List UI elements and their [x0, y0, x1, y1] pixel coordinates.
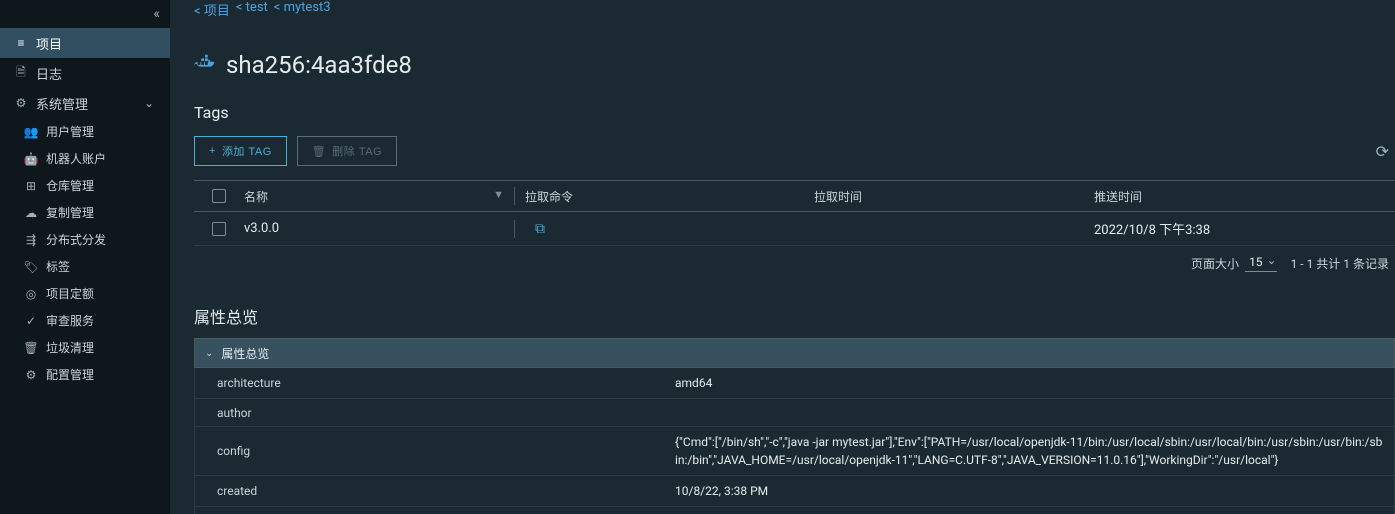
- sidebar-item-label: 标签: [46, 258, 70, 275]
- overview-section-title: 属性总览: [194, 304, 1395, 328]
- prop-val: linux: [675, 507, 1394, 514]
- prop-key: created: [195, 478, 675, 504]
- plus-icon: +: [209, 145, 216, 157]
- page-title: sha256:4aa3fde8: [226, 51, 412, 79]
- cloud-icon: ☁: [24, 206, 38, 220]
- prop-key: author: [195, 400, 675, 426]
- sidebar-item-label: 项目定额: [46, 285, 94, 302]
- prop-val: {"Cmd":["/bin/sh","-c","java -jar mytest…: [675, 427, 1394, 475]
- panel-title: 属性总览: [221, 345, 269, 362]
- table-row[interactable]: v3.0.0 ⧉ 2022/10/8 下午3:38: [194, 212, 1395, 246]
- table-footer: 页面大小 15 1 - 1 共计 1 条记录: [194, 246, 1395, 280]
- main-content: < 项目 < test < mytest3 sha256:4aa3fde8 Ta…: [170, 0, 1395, 514]
- col-header-pullcmd[interactable]: 拉取命令: [514, 187, 804, 205]
- copy-icon[interactable]: ⧉: [535, 221, 545, 237]
- cell-name: v3.0.0: [234, 221, 514, 236]
- trash-icon: 🗑: [24, 341, 38, 355]
- gear-icon: ⚙: [24, 368, 38, 382]
- logs-icon: 🗎: [14, 63, 28, 84]
- prop-row: architectureamd64: [194, 368, 1395, 399]
- sidebar-item-projects[interactable]: ≡ 项目: [0, 28, 170, 58]
- add-tag-button[interactable]: + 添加 TAG: [194, 136, 287, 166]
- sidebar-item-label: 复制管理: [46, 204, 94, 221]
- sidebar: « ≡ 项目 🗎 日志 ⚙ 系统管理 ⌄ 👥用户管理 🤖机器人账户 ⊞仓库管理 …: [0, 0, 170, 514]
- projects-icon: ≡: [14, 36, 28, 50]
- quota-icon: ◎: [24, 287, 38, 301]
- overview-panel-header[interactable]: ⌄ 属性总览: [194, 338, 1395, 368]
- users-icon: 👥: [24, 125, 38, 139]
- prop-key: config: [195, 438, 675, 464]
- chevron-down-icon: ⌄: [142, 96, 156, 110]
- sidebar-item-interrogation[interactable]: ✓ 审查服务: [0, 307, 170, 334]
- breadcrumb-item[interactable]: < 项目: [194, 0, 230, 19]
- admin-icon: ⚙: [14, 96, 28, 110]
- sidebar-item-admin[interactable]: ⚙ 系统管理 ⌄: [0, 88, 170, 118]
- col-header-name[interactable]: 名称▼: [234, 188, 514, 205]
- sidebar-collapse[interactable]: «: [0, 0, 170, 28]
- row-checkbox[interactable]: [212, 222, 226, 236]
- filter-icon[interactable]: ▼: [493, 188, 504, 201]
- button-label: 添加 TAG: [222, 143, 272, 159]
- registry-icon: ⊞: [24, 179, 38, 193]
- page-range: 1 - 1 共计 1 条记录: [1291, 255, 1389, 272]
- prop-val: [675, 407, 1394, 419]
- tags-section-title: Tags: [194, 103, 1395, 122]
- sidebar-item-quotas[interactable]: ◎ 项目定额: [0, 280, 170, 307]
- robot-icon: 🤖: [24, 152, 38, 166]
- prop-row: oslinux: [194, 507, 1395, 514]
- sidebar-item-label: 系统管理: [36, 94, 88, 113]
- sidebar-item-replication[interactable]: ☁ 复制管理: [0, 199, 170, 226]
- tags-table: 名称▼ 拉取命令 拉取时间 推送时间 v3.0.0 ⧉ 2022/10/8 下午…: [194, 180, 1395, 280]
- sidebar-item-config[interactable]: ⚙ 配置管理: [0, 361, 170, 388]
- sidebar-item-label: 用户管理: [46, 123, 94, 140]
- sidebar-item-label: 机器人账户: [46, 150, 106, 167]
- sidebar-item-distribution[interactable]: ⇶ 分布式分发: [0, 226, 170, 253]
- sidebar-item-registries[interactable]: ⊞ 仓库管理: [0, 172, 170, 199]
- cell-pushtime: 2022/10/8 下午3:38: [1084, 219, 1395, 238]
- select-all-checkbox[interactable]: [212, 189, 226, 203]
- shield-icon: ✓: [24, 314, 38, 328]
- sidebar-item-users[interactable]: 👥 用户管理: [0, 118, 170, 145]
- tag-icon: 🏷: [24, 260, 38, 274]
- sidebar-item-logs[interactable]: 🗎 日志: [0, 58, 170, 88]
- sidebar-item-label: 分布式分发: [46, 231, 106, 248]
- breadcrumb: < 项目 < test < mytest3: [194, 0, 1395, 19]
- prop-row: created10/8/22, 3:38 PM: [194, 476, 1395, 507]
- sidebar-item-labels[interactable]: 🏷 标签: [0, 253, 170, 280]
- docker-icon: [194, 53, 216, 77]
- sidebar-item-label: 日志: [36, 64, 62, 83]
- remove-tag-button[interactable]: 🗑 删除 TAG: [297, 136, 397, 166]
- prop-row: author: [194, 399, 1395, 427]
- sidebar-item-robots[interactable]: 🤖 机器人账户: [0, 145, 170, 172]
- prop-key: os: [195, 509, 675, 514]
- refresh-button[interactable]: ⟳: [1376, 142, 1389, 161]
- sidebar-item-label: 仓库管理: [46, 177, 94, 194]
- chevron-left-icon: «: [153, 6, 160, 22]
- table-header: 名称▼ 拉取命令 拉取时间 推送时间: [194, 180, 1395, 212]
- col-header-pushtime[interactable]: 推送时间: [1084, 188, 1395, 205]
- col-header-pulltime[interactable]: 拉取时间: [804, 188, 1084, 205]
- sidebar-item-label: 审查服务: [46, 312, 94, 329]
- page-size-select[interactable]: 15: [1245, 255, 1277, 272]
- prop-row: config{"Cmd":["/bin/sh","-c","java -jar …: [194, 427, 1395, 476]
- prop-val: amd64: [675, 368, 1394, 398]
- sidebar-item-label: 配置管理: [46, 366, 94, 383]
- trash-icon: 🗑: [312, 145, 326, 158]
- page-size-label: 页面大小: [1191, 255, 1239, 272]
- breadcrumb-item[interactable]: < mytest3: [274, 0, 331, 19]
- prop-key: architecture: [195, 370, 675, 396]
- share-icon: ⇶: [24, 233, 38, 247]
- breadcrumb-item[interactable]: < test: [236, 0, 268, 19]
- prop-val: 10/8/22, 3:38 PM: [675, 476, 1394, 506]
- sidebar-item-gc[interactable]: 🗑 垃圾清理: [0, 334, 170, 361]
- button-label: 删除 TAG: [332, 143, 382, 159]
- sidebar-item-label: 项目: [36, 34, 62, 53]
- sidebar-item-label: 垃圾清理: [46, 339, 94, 356]
- chevron-down-icon: ⌄: [205, 348, 213, 359]
